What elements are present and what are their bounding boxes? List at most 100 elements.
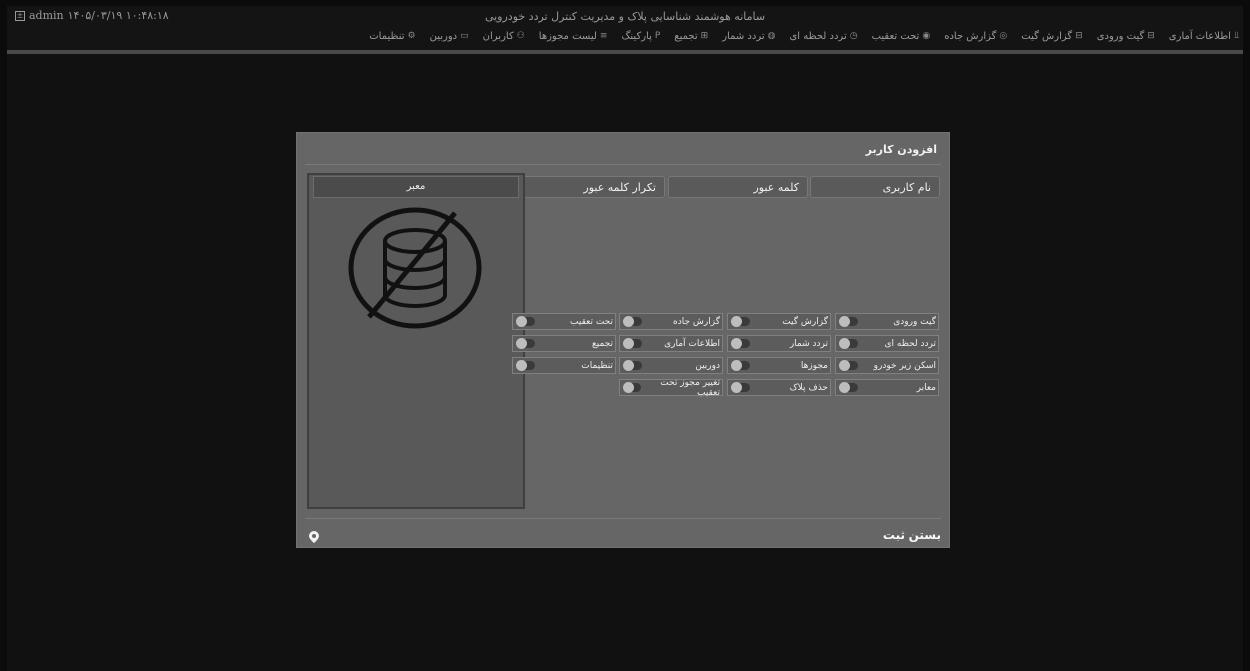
target-icon: ◉ [922,31,931,41]
chart-icon: ⫫ [1233,31,1239,41]
users-icon: ⚇ [516,31,525,41]
menu-item-11[interactable]: ▭ دوربین [430,27,469,45]
toggle-switch[interactable] [839,382,858,393]
menu-item-12[interactable]: ⚙ تنظیمات [369,27,415,45]
permission-label: تغییر مجوز تحت تعقیب [660,377,720,398]
menu-item-label: تجمیع [674,30,698,42]
menu-item-label: تردد لحظه ای [789,30,847,42]
menu-item-7[interactable]: ⊞ تجمیع [674,27,708,45]
menu-item-label: گیت ورودی [1096,30,1145,42]
permission-label: تحت تعقیب [570,316,613,327]
aggregate-icon: ⊞ [700,31,709,41]
toggle-switch[interactable] [731,316,750,327]
permission-label: گزارش گیت [782,316,828,327]
main-menu: ⫫ اطلاعات آماری ⊟ گیت ورودی ⊟ گزارش گیت ◎ گزارش… [369,27,1239,45]
permission-toggle[interactable]: گزارش گیت [727,313,831,330]
close-button[interactable]: بستن [909,528,941,542]
toggle-switch[interactable] [839,316,858,327]
permission-label: معابر [916,382,936,393]
passage-panel-header: معبر [313,176,519,198]
menu-item-10[interactable]: ⚇ کاربران [483,27,525,45]
menu-item-6[interactable]: ◍ تردد شمار [722,27,775,45]
dialog-title: افزودن کاربر [865,143,937,156]
permission-label: اسکن زیر خودرو [873,360,936,371]
location-pin-icon[interactable] [309,528,319,547]
menu-item-0[interactable]: ⫫ اطلاعات آماری [1169,27,1239,45]
permission-label: تردد لحظه ای [884,338,936,349]
menu-item-4[interactable]: ◉ تحت تعقیب [872,27,931,45]
menu-item-label: لیست مجوزها [538,30,597,42]
app-screen: ± admin ۱۴۰۵/۰۳/۱۹ ۱۰:۴۸:۱۸ سامانه هوشمن… [7,6,1243,671]
menu-item-label: تردد شمار [722,30,765,42]
menu-item-1[interactable]: ⊟ گیت ورودی [1097,27,1155,45]
menu-item-label: تنظیمات [369,30,405,42]
menu-item-label: تحت تعقیب [871,30,920,42]
menu-item-8[interactable]: P پارکینگ [621,27,660,45]
permission-toggle[interactable]: معابر [835,379,939,396]
toggle-switch[interactable] [731,382,750,393]
toggle-switch[interactable] [623,382,641,393]
toggle-switch[interactable] [839,360,858,371]
toggle-switch[interactable] [516,316,535,327]
parking-icon: P [654,31,661,41]
toggle-switch[interactable] [623,360,642,371]
menu-divider [7,50,1243,54]
no-database-icon [347,205,483,335]
app-title: سامانه هوشمند شناسایی پلاک و مدیریت کنتر… [484,10,766,23]
permission-toggle[interactable]: اطلاعات آماری [619,335,723,352]
passage-panel: معبر [307,173,525,509]
clock-icon: ◷ [849,31,858,41]
add-user-dialog: افزودن کاربر نام کاربری کلمه عبور تکرار … [296,132,950,548]
permission-toggle[interactable]: حذف پلاک [727,379,831,396]
footer-divider [305,518,941,519]
permission-toggle[interactable]: تنظیمات [512,357,616,374]
menu-item-3[interactable]: ◎ گزارش جاده [944,27,1007,45]
permission-label: اطلاعات آماری [664,338,720,349]
toggle-switch[interactable] [731,338,750,349]
toggle-switch[interactable] [516,338,535,349]
top-bar: ± admin ۱۴۰۵/۰۳/۱۹ ۱۰:۴۸:۱۸ سامانه هوشمن… [7,6,1243,54]
permission-label: گزارش جاده [673,316,720,327]
menu-item-9[interactable]: ≡ لیست مجوزها [539,27,608,45]
toggle-switch[interactable] [623,316,642,327]
permission-label: گیت ورودی [893,316,936,327]
toggle-switch[interactable] [516,360,535,371]
username-field[interactable]: نام کاربری [810,176,940,198]
permission-toggle[interactable]: تردد لحظه ای [835,335,939,352]
menu-item-label: اطلاعات آماری [1168,30,1231,42]
submit-button[interactable]: ثبت [883,528,905,542]
permission-toggle[interactable]: گزارش جاده [619,313,723,330]
permission-toggle[interactable]: تردد شمار [727,335,831,352]
toggle-switch[interactable] [839,338,858,349]
list-icon: ≡ [599,31,608,41]
toggle-switch[interactable] [623,338,642,349]
permission-toggle[interactable]: تجمیع [512,335,616,352]
dialog-divider [305,164,941,165]
permission-label: تردد شمار [789,338,828,349]
menu-item-label: گزارش گیت [1021,30,1073,42]
counter-icon: ◍ [767,31,776,41]
permission-label: حذف پلاک [789,382,828,393]
gear-icon: ⚙ [407,31,416,41]
password-field[interactable]: کلمه عبور [668,176,808,198]
menu-item-label: گزارش جاده [944,30,997,42]
toggle-switch[interactable] [731,360,750,371]
gate-icon: ⊟ [1147,31,1155,41]
password-repeat-field[interactable]: تکرار کلمه عبور [523,176,665,198]
menu-item-label: دوربین [429,30,458,42]
permission-label: تنظیمات [581,360,613,371]
menu-item-2[interactable]: ⊟ گزارش گیت [1021,27,1082,45]
permission-label: مجوزها [800,360,828,371]
permission-toggle[interactable]: تغییر مجوز تحت تعقیب [619,377,723,398]
permission-toggle[interactable]: اسکن زیر خودرو [835,357,939,374]
menu-item-label: پارکینگ [621,30,652,42]
permission-toggle[interactable]: تحت تعقیب [512,313,616,330]
camera-icon: ▭ [460,31,469,41]
permission-toggle[interactable]: دوربین [619,357,723,374]
road-icon: ◎ [999,31,1008,41]
permission-toggle[interactable]: گیت ورودی [835,313,939,330]
menu-item-5[interactable]: ◷ تردد لحظه ای [789,27,857,45]
permission-toggle[interactable]: مجوزها [727,357,831,374]
report-icon: ⊟ [1075,31,1083,41]
permission-label: تجمیع [591,338,613,349]
